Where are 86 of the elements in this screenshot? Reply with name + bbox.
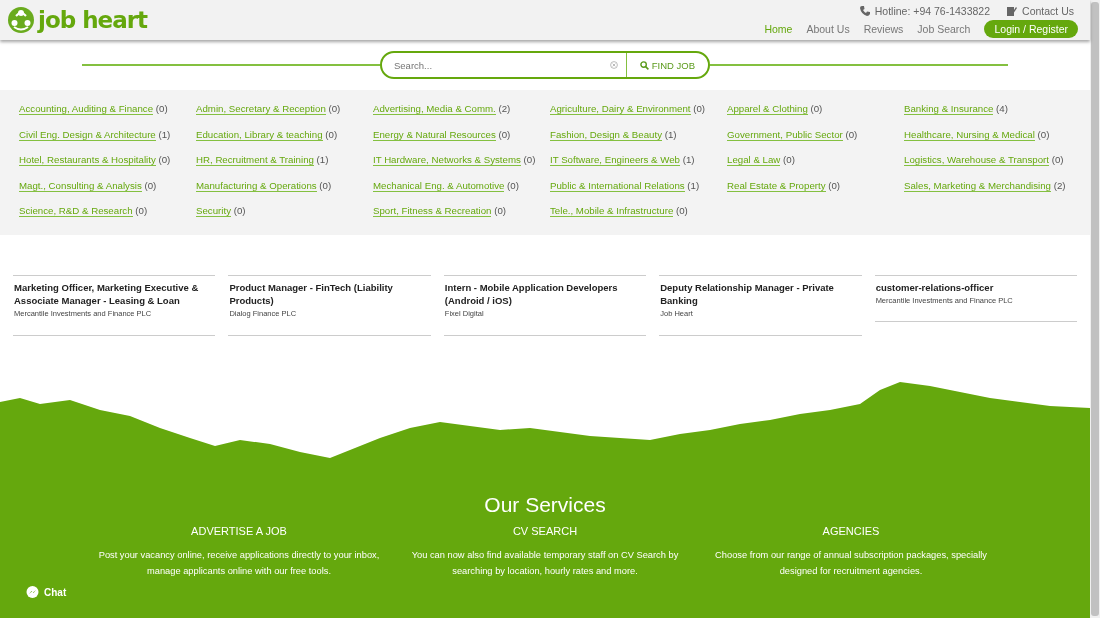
nav-link[interactable]: Home <box>764 23 793 35</box>
category-count: (1) <box>687 179 700 191</box>
category-count: (0) <box>233 205 246 217</box>
job-title[interactable]: Intern - Mobile Application Developers (Android / iOS) <box>444 281 646 307</box>
category-count: (0) <box>319 179 332 191</box>
category-link[interactable]: Public & International Relations <box>550 179 685 192</box>
category-link[interactable]: Government, Public Sector <box>727 128 843 141</box>
category-link[interactable]: Civil Eng. Design & Architecture <box>19 128 156 141</box>
category-count: (2) <box>1053 179 1066 191</box>
chat-icon <box>26 586 39 599</box>
job-title[interactable]: Product Manager - FinTech (Liability Products) <box>229 281 430 307</box>
category-count: (1) <box>664 128 677 140</box>
category-link[interactable]: Education, Library & teaching <box>196 128 323 141</box>
category-link[interactable]: Mechanical Eng. & Automotive <box>373 179 505 192</box>
find-job-button[interactable]: FIND JOB <box>625 53 708 77</box>
nav-link[interactable]: Reviews <box>863 23 904 35</box>
job-title[interactable]: Deputy Relationship Manager - Private Banking <box>660 281 861 307</box>
service-text: Post your vacancy online, receive applications directly to your inbox, manage applicants online with our free tools. <box>97 549 381 578</box>
service-heading: AGENCIES <box>821 525 881 537</box>
logo-text[interactable]: job heart <box>38 7 147 33</box>
category-link[interactable]: Logistics, Warehouse & Transport <box>904 154 1050 167</box>
category-count: (0) <box>783 154 795 166</box>
category-count: (1) <box>158 128 171 140</box>
hotline-text: Hotline: +94 76-1433822 <box>874 5 991 17</box>
job-title[interactable]: Marketing Officer, Marketing Executive & Associate Manager - Leasing & Loan <box>14 281 215 307</box>
service-heading: ADVERTISE A JOB <box>190 525 288 537</box>
category-link[interactable]: IT Software, Engineers & Web <box>550 154 680 167</box>
service-text: You can now also find available temporary staff on CV Search by searching by location, hourly rates and more. <box>410 549 680 578</box>
category-link[interactable]: Tele., Mobile & Infrastructure <box>550 205 674 218</box>
category-link[interactable]: Advertising, Media & Comm. <box>373 103 496 115</box>
edit-icon <box>1007 6 1018 16</box>
category-count: (0) <box>1037 128 1050 140</box>
category-link[interactable]: Sales, Marketing & Merchandising <box>904 179 1051 192</box>
category-count: (0) <box>144 179 157 191</box>
category-count: (0) <box>810 103 823 114</box>
category-link[interactable]: Security <box>196 205 231 218</box>
category-link[interactable]: Magt., Consulting & Analysis <box>19 179 142 192</box>
category-count: (0) <box>828 179 841 191</box>
category-link[interactable]: Accounting, Auditing & Finance <box>19 103 154 115</box>
category-link[interactable]: Science, R&D & Research <box>19 205 133 218</box>
category-link[interactable]: Energy & Natural Resources <box>373 128 496 141</box>
category-count: (0) <box>328 103 341 114</box>
category-link[interactable]: IT Hardware, Networks & Systems <box>373 154 521 167</box>
category-link[interactable]: Real Estate & Property <box>727 179 826 192</box>
logo-icon <box>7 6 35 34</box>
category-link[interactable]: Sport, Fitness & Recreation <box>373 205 492 218</box>
nav-link[interactable]: Job Search <box>917 23 971 35</box>
category-count: (0) <box>523 154 536 166</box>
search-icon <box>639 60 649 70</box>
category-count: (0) <box>155 103 168 114</box>
category-count: (0) <box>325 128 338 140</box>
chat-button[interactable]: Chat <box>20 585 73 600</box>
category-link[interactable]: Fashion, Design & Beauty <box>550 128 662 141</box>
category-link[interactable]: Manufacturing & Operations <box>196 179 317 192</box>
category-link[interactable]: Legal & Law <box>727 154 781 167</box>
nav-link[interactable]: About Us <box>806 23 850 35</box>
category-count: (4) <box>996 103 1008 114</box>
service-text: Choose from our range of annual subscription packages, specially designed for recruitment agencies. <box>714 549 988 578</box>
category-link[interactable]: Apparel & Clothing <box>727 103 808 115</box>
category-count: (0) <box>135 205 148 217</box>
category-count: (0) <box>507 179 519 191</box>
service-heading: CV SEARCH <box>511 525 579 537</box>
category-link[interactable]: HR, Recruitment & Training <box>196 154 314 167</box>
clear-icon[interactable] <box>609 61 618 69</box>
services-title: Our Services <box>483 493 607 517</box>
category-link[interactable]: Banking & Insurance <box>904 103 994 115</box>
phone-icon <box>859 6 870 16</box>
category-count: (0) <box>494 205 506 217</box>
login-button[interactable]: Login / Register <box>984 20 1078 38</box>
category-count: (0) <box>693 103 706 114</box>
category-count: (2) <box>498 103 511 114</box>
category-link[interactable]: Agriculture, Dairy & Environment <box>550 103 691 115</box>
category-count: (0) <box>845 128 858 140</box>
category-link[interactable]: Healthcare, Nursing & Medical <box>904 128 1035 141</box>
category-count: (1) <box>316 154 329 166</box>
category-count: (1) <box>682 154 695 166</box>
category-count: (0) <box>676 205 688 217</box>
category-count: (0) <box>498 128 511 140</box>
category-count: (0) <box>158 154 171 166</box>
category-link[interactable]: Admin, Secretary & Reception <box>196 103 326 115</box>
job-title[interactable]: customer-relations-officer <box>875 281 1077 294</box>
category-count: (0) <box>1051 154 1064 166</box>
scrollbar[interactable] <box>1090 0 1100 618</box>
category-link[interactable]: Hotel, Restaurants & Hospitality <box>19 154 156 167</box>
search-field[interactable]: Search... FIND JOB <box>380 51 710 79</box>
contact-link[interactable]: Contact Us <box>1022 5 1074 17</box>
